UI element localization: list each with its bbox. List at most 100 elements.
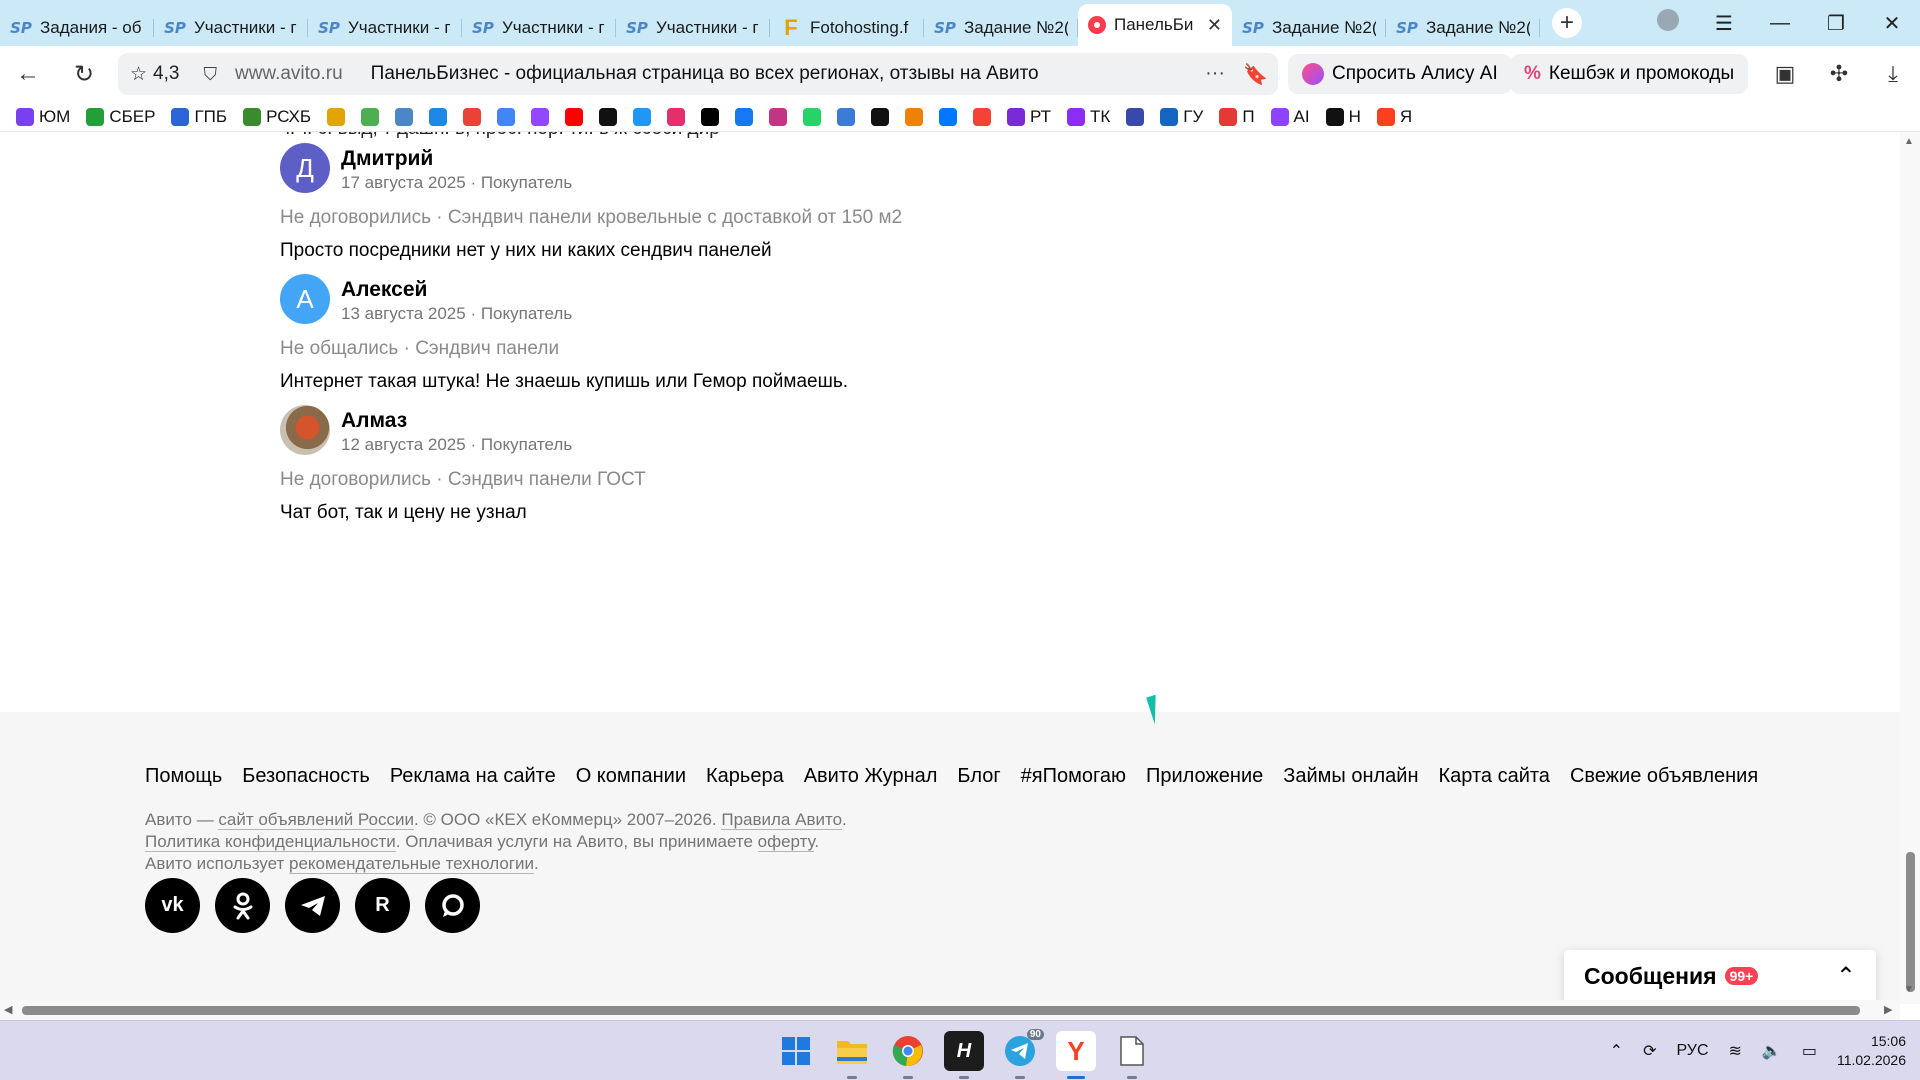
reviewer-name[interactable]: Дмитрий [341, 147, 433, 171]
browser-tab[interactable]: SP Участники - г [616, 10, 770, 46]
reload-button[interactable]: ↻ [56, 60, 112, 89]
restore-button[interactable]: ❐ [1808, 11, 1864, 36]
bookmark-item[interactable] [463, 107, 482, 126]
bookmark-item[interactable]: ЮМ [16, 107, 70, 127]
browser-tab[interactable]: SP Участники - г [154, 10, 308, 46]
clock[interactable]: 15:06 11.02.2026 [1837, 1032, 1906, 1070]
bookmark-item[interactable] [667, 107, 686, 126]
bookmark-item[interactable]: Н [1325, 107, 1361, 127]
horizontal-scrollbar[interactable]: ◀ ▶ [0, 1000, 1900, 1020]
start-button[interactable] [776, 1031, 816, 1071]
back-button[interactable]: ← [0, 60, 56, 88]
bookmark-item[interactable] [735, 107, 754, 126]
minimize-button[interactable]: — [1752, 12, 1808, 35]
footer-link[interactable]: Безопасность [242, 765, 370, 788]
yandex-browser-icon[interactable]: Y [1056, 1031, 1096, 1079]
bookmark-item[interactable] [905, 107, 924, 126]
bookmark-item[interactable]: AI [1270, 107, 1310, 127]
browser-tab[interactable]: SP Участники - г [308, 10, 462, 46]
battery-icon[interactable]: ▭ [1802, 1041, 1817, 1061]
footer-link[interactable]: Займы онлайн [1283, 765, 1418, 788]
browser-tab[interactable]: SP Задания - об [0, 10, 154, 46]
max-messenger-icon[interactable] [425, 878, 480, 933]
close-tab-icon[interactable]: ✕ [1207, 15, 1222, 36]
file-explorer-icon[interactable] [832, 1031, 872, 1079]
bookmark-item[interactable] [497, 107, 516, 126]
messages-widget[interactable]: Сообщения 99+ ⌃ [1564, 950, 1876, 1002]
rules-link[interactable]: Правила Авито [721, 810, 843, 830]
close-window-button[interactable]: ✕ [1864, 11, 1920, 36]
volume-icon[interactable]: 🔈 [1762, 1041, 1782, 1061]
chevron-up-icon[interactable]: ⌃ [1610, 1041, 1623, 1061]
scroll-left-arrow-icon[interactable]: ◀ [4, 1003, 12, 1016]
classifieds-link[interactable]: сайт объявлений России [218, 810, 414, 830]
footer-link[interactable]: О компании [576, 765, 686, 788]
vertical-scroll-thumb[interactable] [1906, 852, 1915, 992]
file-icon[interactable] [1112, 1031, 1152, 1079]
avatar[interactable]: Д [280, 143, 330, 193]
profile-icon[interactable] [1640, 9, 1696, 37]
browser-tab[interactable]: SP Участники - г [462, 10, 616, 46]
scroll-right-arrow-icon[interactable]: ▶ [1884, 1003, 1892, 1016]
image-icon[interactable]: ▣ [1758, 61, 1812, 87]
browser-tab[interactable]: SP Задание №2( [1232, 10, 1386, 46]
app-h-icon[interactable]: H [944, 1031, 984, 1079]
bookmark-item[interactable] [803, 107, 822, 126]
new-tab-button[interactable]: + [1552, 8, 1582, 38]
more-options-icon[interactable]: ··· [1205, 62, 1225, 87]
bookmark-item[interactable] [429, 107, 448, 126]
bookmark-icon[interactable]: 🔖 [1243, 62, 1268, 87]
bookmark-item[interactable] [1126, 107, 1145, 126]
bookmark-item[interactable] [939, 107, 958, 126]
browser-tab[interactable]: SP Задание №2( [924, 10, 1078, 46]
bookmark-item[interactable] [973, 107, 992, 126]
bookmark-item[interactable] [769, 107, 788, 126]
browser-tab[interactable]: F Fotohosting.f [770, 10, 924, 46]
reviewer-name[interactable]: Алексей [341, 278, 427, 302]
browser-tab[interactable]: SP Задание №2( [1386, 10, 1540, 46]
bookmark-item[interactable] [633, 107, 652, 126]
reviewer-name[interactable]: Алмаз [341, 409, 407, 433]
rutube-icon[interactable]: R [355, 878, 410, 933]
bookmark-item[interactable] [837, 107, 856, 126]
footer-link[interactable]: Реклама на сайте [390, 765, 556, 788]
bookmark-item[interactable]: ТК [1067, 107, 1110, 127]
footer-link[interactable]: Свежие объявления [1570, 765, 1758, 788]
scroll-up-arrow-icon[interactable]: ▲ [1904, 136, 1914, 147]
avatar[interactable]: А [280, 274, 330, 324]
avatar[interactable] [280, 405, 330, 455]
footer-link[interactable]: #яПомогаю [1021, 765, 1126, 788]
footer-link[interactable]: Карта сайта [1439, 765, 1550, 788]
vertical-scrollbar[interactable]: ▲ ▼ [1900, 132, 1920, 1004]
footer-link[interactable]: Авито Журнал [804, 765, 938, 788]
language-indicator[interactable]: РУС [1676, 1042, 1708, 1060]
bookmark-item[interactable]: Я [1376, 107, 1412, 127]
chevron-up-icon[interactable]: ⌃ [1836, 962, 1856, 991]
cashback-button[interactable]: % Кешбэк и промокоды [1510, 54, 1749, 94]
sync-icon[interactable]: ⟳ [1643, 1041, 1656, 1061]
address-bar[interactable]: ☆ 4,3 ⛉ www.avito.ru ПанельБизнес - офици… [118, 53, 1278, 95]
footer-link[interactable]: Блог [957, 765, 1000, 788]
bookmark-item[interactable]: ГУ [1160, 107, 1203, 127]
bookmark-item[interactable]: П [1219, 107, 1255, 127]
odnoklassniki-icon[interactable] [215, 878, 270, 933]
site-rating[interactable]: ☆ 4,3 [130, 63, 179, 86]
download-icon[interactable]: ⤓ [1866, 61, 1920, 87]
bookmark-item[interactable]: СБЕР [86, 107, 155, 127]
bookmark-item[interactable] [361, 107, 380, 126]
bookmark-item[interactable] [565, 107, 584, 126]
bookmark-item[interactable]: ГПБ [171, 107, 227, 127]
wifi-icon[interactable]: ≋ [1729, 1041, 1742, 1061]
vk-icon[interactable]: vk [145, 878, 200, 933]
chrome-icon[interactable] [888, 1031, 928, 1079]
bookmark-item[interactable] [395, 107, 414, 126]
bookmark-item[interactable] [327, 107, 346, 126]
bookmark-item[interactable] [599, 107, 618, 126]
bookmark-item[interactable] [701, 107, 720, 126]
bookmark-item[interactable]: РТ [1007, 107, 1051, 127]
bookmark-item[interactable] [531, 107, 550, 126]
ask-alice-button[interactable]: Спросить Алису AI [1288, 54, 1512, 94]
horizontal-scroll-thumb[interactable] [22, 1006, 1860, 1015]
browser-tab[interactable]: ПанельБи ✕ [1078, 4, 1232, 46]
footer-link[interactable]: Приложение [1146, 765, 1263, 788]
